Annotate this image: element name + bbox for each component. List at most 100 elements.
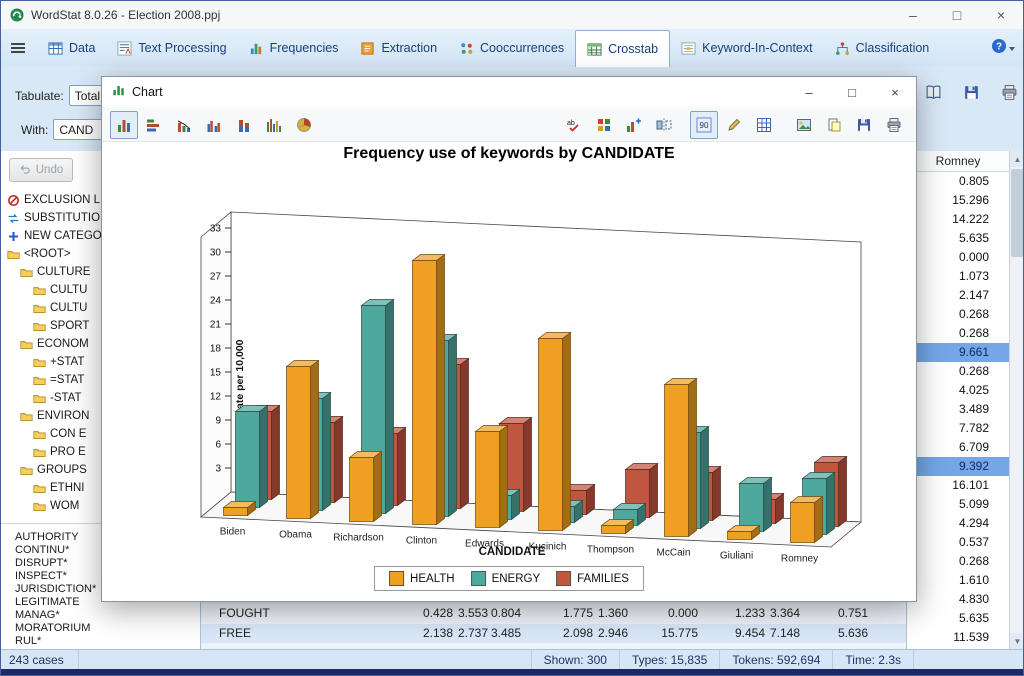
tab-extraction[interactable]: Extraction — [349, 29, 448, 67]
tree-item-label: CULTURE — [37, 266, 90, 278]
romney-cell[interactable]: 14.222 — [907, 210, 1009, 229]
romney-cell[interactable]: 9.392 — [907, 457, 1009, 476]
window-titlebar: WordStat 8.0.26 - Election 2008.ppj – □ … — [1, 1, 1023, 30]
rotate-3d-button[interactable]: 90 — [690, 111, 718, 139]
table-cell[interactable]: 1.360 — [584, 606, 628, 620]
tab-keyword-in-context[interactable]: Keyword-In-Context — [670, 29, 823, 67]
tab-data[interactable]: Data — [37, 29, 106, 67]
dialog-maximize-button[interactable]: □ — [831, 77, 873, 107]
tab-label: Text Processing — [138, 41, 226, 55]
romney-cell[interactable]: 0.268 — [907, 362, 1009, 381]
legend-swatch — [471, 571, 486, 586]
romney-cell[interactable]: 0.805 — [907, 172, 1009, 191]
spell-check-button[interactable]: ab — [560, 111, 588, 139]
romney-cell[interactable]: 7.782 — [907, 419, 1009, 438]
crosstab-romney-column: Romney 0.80515.29614.2225.6350.0001.0732… — [906, 151, 1009, 649]
tree-item-label: -STAT — [50, 392, 82, 404]
tab-cooccurrences[interactable]: Cooccurrences — [448, 29, 575, 67]
flip-axes-button[interactable] — [650, 111, 678, 139]
romney-cell[interactable]: 0.268 — [907, 324, 1009, 343]
window-close-button[interactable]: × — [979, 1, 1023, 29]
menu-icon[interactable] — [7, 38, 29, 58]
table-cell[interactable]: 2.946 — [584, 626, 628, 640]
romney-cell[interactable]: 0.000 — [907, 248, 1009, 267]
tab-frequencies[interactable]: Frequencies — [238, 29, 350, 67]
romney-cell[interactable]: 5.635 — [907, 609, 1009, 628]
horizontal-bar-chart-button[interactable] — [140, 111, 168, 139]
romney-cell[interactable]: 1.610 — [907, 571, 1009, 590]
copy-chart-button[interactable] — [620, 111, 648, 139]
tab-crosstab[interactable]: Crosstab — [575, 30, 670, 67]
romney-cell[interactable]: 0.537 — [907, 533, 1009, 552]
table-cell[interactable]: 3.364 — [756, 606, 800, 620]
picture-export-button[interactable] — [790, 111, 818, 139]
scroll-up-icon[interactable]: ▲ — [1010, 151, 1024, 167]
save-button[interactable] — [850, 111, 878, 139]
romney-cell[interactable]: 0.268 — [907, 305, 1009, 324]
romney-cell[interactable]: 3.489 — [907, 400, 1009, 419]
undo-button[interactable]: Undo — [9, 158, 73, 182]
edit-button[interactable] — [720, 111, 748, 139]
stacked-bar-chart-button[interactable] — [230, 111, 258, 139]
romney-cell[interactable]: 2.147 — [907, 286, 1009, 305]
scroll-down-icon[interactable]: ▼ — [1010, 633, 1024, 649]
table-cell[interactable]: 0.751 — [824, 606, 868, 620]
color-palette-button[interactable] — [590, 111, 618, 139]
tabulate-value: Total — [75, 89, 100, 103]
multi-series-chart-button[interactable] — [260, 111, 288, 139]
dialog-close-button[interactable]: × — [874, 77, 916, 107]
table-cell[interactable]: 0.000 — [654, 606, 698, 620]
save-button[interactable] — [957, 79, 985, 105]
dialog-minimize-button[interactable]: – — [788, 77, 830, 107]
data-grid-button[interactable] — [750, 111, 778, 139]
copy-clipboard-button[interactable] — [820, 111, 848, 139]
tab-label: Cooccurrences — [480, 41, 564, 55]
print-button[interactable] — [880, 111, 908, 139]
table-cell[interactable]: 3.485 — [477, 626, 521, 640]
table-cell[interactable]: 7.148 — [756, 626, 800, 640]
romney-cell[interactable]: 5.635 — [907, 229, 1009, 248]
pareto-chart-button[interactable] — [170, 111, 198, 139]
chart-action-buttons: ab 90 — [560, 111, 908, 139]
undo-icon — [19, 162, 32, 178]
table-row[interactable]: FREE2.1382.7373.4852.0982.94615.7759.454… — [201, 624, 906, 644]
table-row[interactable]: FOUGHT0.4283.5530.8041.7751.3600.0001.23… — [201, 604, 906, 624]
pie-chart-button[interactable] — [290, 111, 318, 139]
romney-cell[interactable]: 4.830 — [907, 590, 1009, 609]
romney-cell[interactable]: 15.296 — [907, 191, 1009, 210]
romney-cell[interactable]: 6.709 — [907, 438, 1009, 457]
table-cell[interactable]: 5.636 — [824, 626, 868, 640]
romney-cell[interactable]: 9.661 — [907, 343, 1009, 362]
window-maximize-button[interactable]: □ — [935, 1, 979, 29]
romney-cell[interactable]: 11.539 — [907, 628, 1009, 647]
report-view-button[interactable] — [919, 79, 947, 105]
tab-classification[interactable]: Classification — [824, 29, 941, 67]
dialog-toolbar: ab 90 — [102, 107, 916, 142]
romney-cell[interactable]: 4.025 — [907, 381, 1009, 400]
vertical-scrollbar[interactable]: ▲ ▼ — [1009, 151, 1024, 649]
tab-text-processing[interactable]: Text Processing — [106, 29, 237, 67]
svg-text:Biden: Biden — [220, 527, 246, 538]
window-minimize-button[interactable]: – — [891, 1, 935, 29]
vertical-bar-chart-button[interactable] — [110, 111, 138, 139]
dialog-title: Chart — [132, 85, 163, 99]
tab-label: Keyword-In-Context — [702, 41, 812, 55]
table-cell[interactable]: 0.804 — [477, 606, 521, 620]
keyword-row[interactable]: RUL* — [1, 635, 200, 648]
horizontal-bar-chart-icon — [146, 117, 162, 133]
tabulate-label: Tabulate: — [15, 89, 64, 103]
scrollbar-thumb[interactable] — [1011, 169, 1024, 257]
romney-cell[interactable]: 16.101 — [907, 476, 1009, 495]
table-cell[interactable]: 15.775 — [654, 626, 698, 640]
romney-cell[interactable]: 4.294 — [907, 514, 1009, 533]
print-button[interactable] — [995, 79, 1023, 105]
grouped-bar-chart-button[interactable] — [200, 111, 228, 139]
romney-cell[interactable]: 0.268 — [907, 552, 1009, 571]
romney-cell[interactable]: 5.099 — [907, 495, 1009, 514]
keyword-row[interactable]: MORATORIUM — [1, 622, 200, 635]
column-header[interactable]: Romney — [907, 151, 1009, 172]
romney-cell[interactable]: 1.073 — [907, 267, 1009, 286]
grouped-bar-chart-icon — [206, 117, 222, 133]
keyword-row[interactable]: MANAG* — [1, 609, 200, 622]
help-button[interactable]: ? — [991, 38, 1015, 59]
